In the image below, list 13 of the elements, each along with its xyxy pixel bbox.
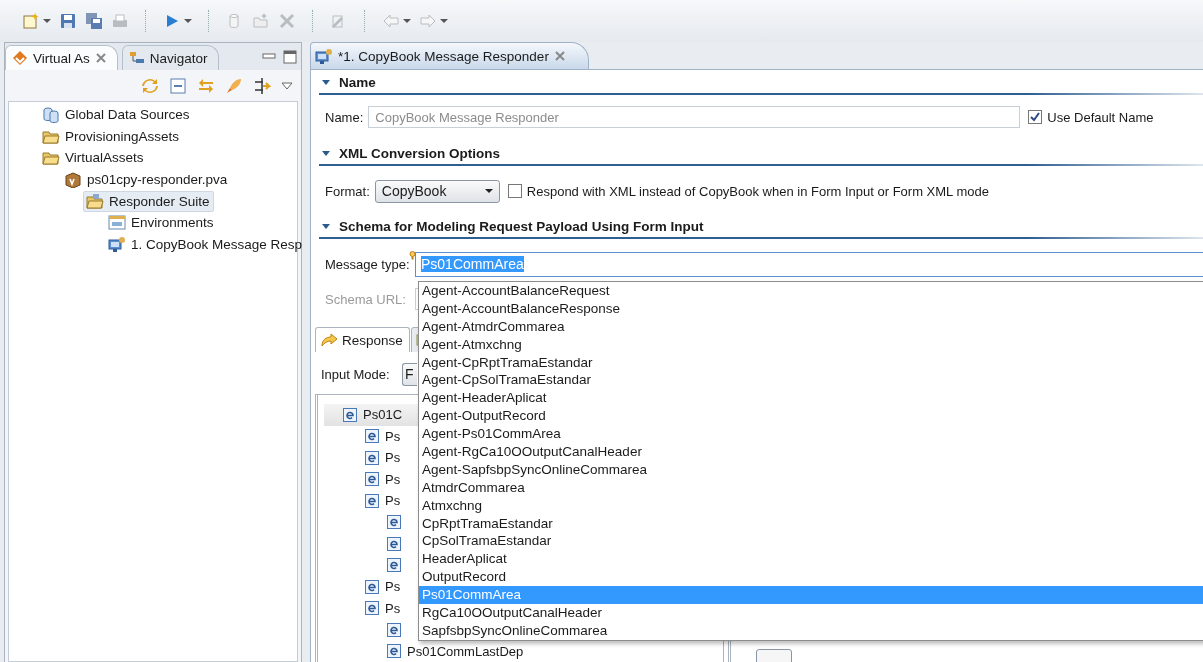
field-label: Input Mode: [321, 366, 391, 382]
tree-label: Ps [385, 579, 401, 595]
field-label: Schema URL: [325, 291, 407, 307]
tree-label: Ps [385, 471, 401, 487]
tree-label: Ps [385, 428, 401, 444]
tree-label: Ps01C [363, 407, 403, 423]
field-label: Name: [325, 109, 364, 125]
tree-label: Ps [385, 450, 401, 466]
field-label: Message type: [325, 256, 411, 272]
tree-label: Ps [385, 600, 401, 616]
tree-label: Ps [385, 493, 401, 509]
field-label: Format: [325, 183, 370, 199]
tree-label: Ps01CommLastDep [407, 643, 524, 659]
